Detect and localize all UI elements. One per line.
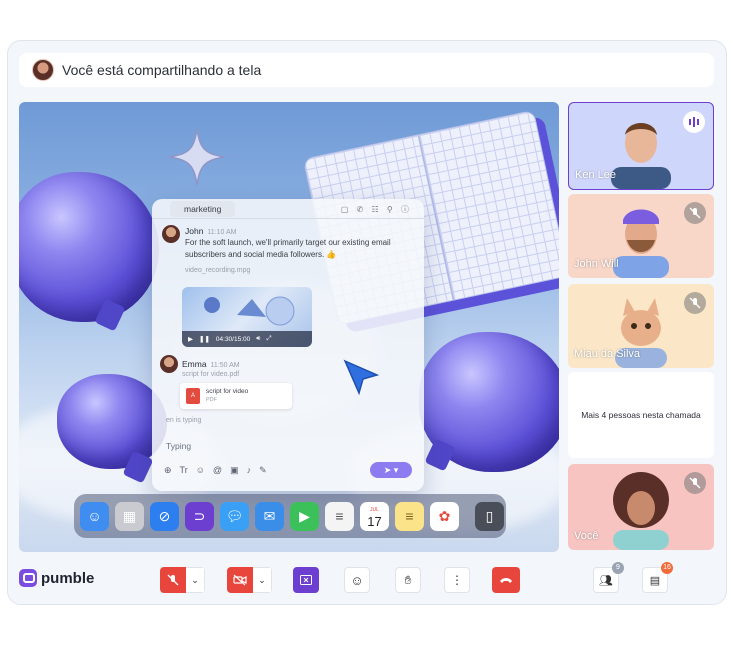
pumble-app-icon[interactable]: ⊃	[185, 501, 214, 531]
avatar	[162, 225, 180, 243]
avatar	[160, 355, 178, 373]
mic-icon[interactable]: ♪	[247, 465, 252, 476]
more-icon: ⋮	[451, 573, 463, 587]
finder-icon[interactable]: ☺	[80, 501, 109, 531]
participant-tile[interactable]: Você	[568, 464, 714, 550]
message-composer[interactable]: Typing ⊕ Tr ☺ @ ▣ ♪ ✎ ➤ ▾	[160, 435, 416, 485]
add-icon[interactable]: ⊕	[164, 465, 172, 476]
raise-hand-icon: ✋︎	[404, 572, 412, 587]
hang-up-icon	[500, 578, 512, 583]
more-options-button[interactable]: ⋮	[444, 567, 470, 593]
trash-icon[interactable]: ▯	[475, 501, 504, 531]
participants-button[interactable]: 👥︎ 9	[593, 562, 624, 593]
video-off-icon	[233, 574, 247, 586]
messages-icon[interactable]: 💬︎	[220, 501, 249, 531]
facetime-icon[interactable]: ▶	[290, 501, 319, 531]
hang-up-button[interactable]	[492, 567, 520, 593]
mic-off-icon	[167, 574, 179, 586]
reminders-icon[interactable]: ≡	[325, 501, 354, 531]
chevron-down-icon: ⌄	[258, 574, 266, 585]
participant-tile[interactable]: John Will	[568, 194, 714, 278]
mic-off-icon	[684, 472, 706, 494]
more-participants-text: Mais 4 pessoas nesta chamada	[581, 410, 701, 420]
participant-tile[interactable]: Ken Lee	[568, 102, 714, 190]
more-participants-tile[interactable]: Mais 4 pessoas nesta chamada	[568, 372, 714, 458]
camera-control: ⌄	[227, 567, 272, 593]
balloon-illustration	[19, 172, 159, 332]
mac-dock: ☺ ▦ ⊘ ⊃ 💬︎ ✉ ▶ ≡ JUL 17 ≡ ✿ ▯	[74, 494, 506, 538]
stop-share-button[interactable]	[293, 567, 319, 593]
mic-options-button[interactable]: ⌄	[186, 567, 205, 593]
file-type: PDF	[206, 397, 217, 403]
participant-avatar	[613, 472, 669, 550]
raise-hand-button[interactable]: ✋︎	[395, 567, 421, 593]
pumble-logo-icon	[19, 569, 37, 587]
emoji-icon: ☺	[350, 572, 364, 588]
chevron-down-icon: ⌄	[191, 574, 199, 585]
balloon-illustration	[57, 374, 167, 484]
gif-icon[interactable]: ▣	[230, 465, 239, 476]
brand-logo: pumble	[19, 569, 94, 587]
share-status-text: Você está compartilhando a tela	[62, 62, 262, 78]
fullscreen-icon[interactable]: ⤢	[266, 335, 271, 343]
participant-name: John Will	[574, 258, 619, 270]
file-name: script for video	[206, 388, 249, 395]
participant-name: Você	[574, 530, 599, 542]
cursor-illustration	[343, 359, 380, 396]
typing-indicator: en is typing	[166, 417, 202, 424]
edit-icon[interactable]: ✎	[259, 465, 267, 476]
mic-control: ⌄	[160, 567, 205, 593]
participant-name: Ken Lee	[575, 169, 616, 181]
message-author: Emma 11:50 AM	[182, 359, 240, 369]
call-toolbar: pumble ⌄ ⌄ ☺ ✋︎ ⋮ 👥︎ 9 ▤ 16	[19, 562, 714, 596]
notes-icon[interactable]: ≡	[395, 501, 424, 531]
photos-icon[interactable]: ✿	[430, 501, 459, 531]
channel-toolbar-icons: ▢ ✆ ☷ ⚲ ⓘ	[340, 205, 412, 214]
chat-icon: ▤	[649, 574, 661, 587]
launchpad-icon[interactable]: ▦	[115, 501, 144, 531]
camera-options-button[interactable]: ⌄	[253, 567, 272, 593]
star-illustration	[168, 128, 226, 186]
stop-share-icon	[300, 575, 312, 585]
composer-tools: ⊕ Tr ☺ @ ▣ ♪ ✎	[164, 465, 267, 476]
chat-count-badge: 16	[661, 562, 673, 574]
mic-off-icon	[684, 202, 706, 224]
safari-icon[interactable]: ⊘	[150, 501, 179, 531]
pause-icon[interactable]: ❚❚	[199, 335, 210, 343]
pdf-icon: A	[186, 388, 200, 404]
participants-count-badge: 9	[612, 562, 624, 574]
attachment-label: video_recording.mpg	[185, 267, 251, 274]
share-banner: Você está compartilhando a tela	[19, 53, 714, 87]
video-time: 04:30/15:00	[215, 335, 251, 343]
avatar	[32, 59, 54, 81]
video-attachment: ▶ ❚❚ 04:30/15:00 🔊︎ ⤢	[182, 287, 312, 347]
brand-name: pumble	[41, 569, 95, 587]
participant-tile[interactable]: Miau da Silva	[568, 284, 714, 368]
shared-screen: marketing ▢ ✆ ☷ ⚲ ⓘ John 11:10 AM For the…	[19, 102, 559, 552]
calendar-icon[interactable]: JUL 17	[360, 501, 389, 531]
mic-toggle-button[interactable]	[160, 567, 186, 593]
balloon-illustration	[419, 332, 559, 472]
send-button[interactable]: ➤ ▾	[370, 462, 412, 478]
mic-off-icon	[684, 292, 706, 314]
message-text: For the soft launch, we'll primarily tar…	[185, 238, 391, 259]
emoji-icon[interactable]: ☺	[196, 465, 205, 476]
file-attachment[interactable]: A script for video PDF	[180, 383, 292, 409]
volume-icon[interactable]: 🔊︎	[256, 335, 260, 343]
shared-chat-window: marketing ▢ ✆ ☷ ⚲ ⓘ John 11:10 AM For the…	[152, 199, 424, 491]
participant-name: Miau da Silva	[574, 348, 641, 360]
camera-toggle-button[interactable]	[227, 567, 253, 593]
speaking-icon	[683, 111, 705, 133]
channel-tab: marketing	[170, 201, 236, 217]
mail-icon[interactable]: ✉	[255, 501, 284, 531]
attachment-label: script for video.pdf	[182, 371, 240, 378]
format-icon[interactable]: Tr	[180, 465, 188, 476]
reactions-button[interactable]: ☺	[344, 567, 370, 593]
participants-icon: 👥︎	[599, 574, 613, 587]
play-icon[interactable]: ▶	[188, 335, 193, 343]
mention-icon[interactable]: @	[213, 465, 222, 476]
chat-button[interactable]: ▤ 16	[642, 562, 673, 593]
message-author: John 11:10 AM	[185, 226, 237, 236]
composer-input[interactable]: Typing	[166, 441, 191, 451]
